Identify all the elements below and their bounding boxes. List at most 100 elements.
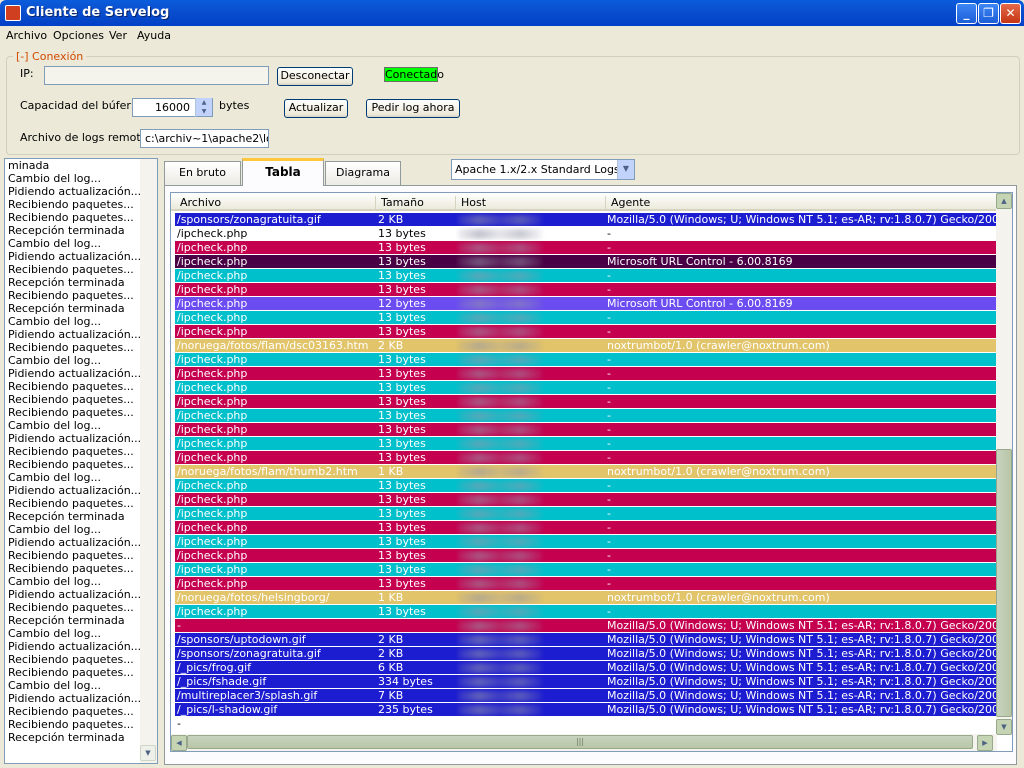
remote-log-input[interactable]: c:\archiv~1\apache2\logs [140, 129, 269, 148]
log-message-item[interactable]: Recibiendo paquetes... [5, 393, 141, 406]
log-message-item[interactable]: Recibiendo paquetes... [5, 718, 141, 731]
vertical-scroll-thumb[interactable] [996, 449, 1012, 717]
log-message-item[interactable]: Recibiendo paquetes... [5, 653, 141, 666]
tab-tabla[interactable]: Tabla [242, 158, 324, 186]
table-row[interactable]: /ipcheck.php 13 bytes - [175, 605, 997, 619]
log-message-item[interactable]: Cambio del log... [5, 627, 141, 640]
table-row[interactable]: /ipcheck.php 13 bytes - [175, 241, 997, 255]
log-message-item[interactable]: Cambio del log... [5, 471, 141, 484]
scroll-up-icon[interactable]: ▲ [996, 193, 1012, 209]
tab-diagrama[interactable]: Diagrama [325, 161, 401, 185]
menu-opciones[interactable]: Opciones [53, 29, 104, 42]
menu-ver[interactable]: Ver [109, 29, 127, 42]
buffer-spinner[interactable]: ▲ ▼ [195, 98, 212, 117]
table-row[interactable]: /ipcheck.php 12 bytes Microsoft URL Contro… [175, 297, 997, 311]
table-row[interactable]: /ipcheck.php 13 bytes - [175, 269, 997, 283]
log-message-item[interactable]: Recibiendo paquetes... [5, 549, 141, 562]
scroll-down-icon[interactable]: ▼ [996, 719, 1012, 735]
log-message-item[interactable]: Cambio del log... [5, 679, 141, 692]
log-message-list[interactable]: minada Cambio del log... Pidiendo actualiz… [4, 158, 158, 764]
table-row[interactable]: /noruega/fotos/flam/dsc03163.htm 2 KB noxt… [175, 339, 997, 353]
table-row[interactable]: /_pics/fshade.gif 334 bytes Mozilla/5.0 (W… [175, 675, 997, 689]
table-row[interactable]: /ipcheck.php 13 bytes - [175, 423, 997, 437]
log-message-item[interactable]: Recepción terminada [5, 224, 141, 237]
table-row[interactable]: /ipcheck.php 13 bytes - [175, 535, 997, 549]
log-message-item[interactable]: Recibiendo paquetes... [5, 666, 141, 679]
table-row[interactable]: /ipcheck.php 13 bytes - [175, 549, 997, 563]
log-message-item[interactable]: Pidiendo actualización... [5, 367, 141, 380]
table-row[interactable]: /sponsors/uptodown.gif 2 KB Mozilla/5.0 (W… [175, 633, 997, 647]
log-message-item[interactable]: Cambio del log... [5, 575, 141, 588]
log-message-item[interactable]: Recibiendo paquetes... [5, 497, 141, 510]
log-message-item[interactable]: Cambio del log... [5, 354, 141, 367]
log-message-item[interactable]: Recepción terminada [5, 276, 141, 289]
menu-archivo[interactable]: Archivo [6, 29, 47, 42]
minimize-button[interactable]: _ [956, 3, 977, 24]
table-row[interactable]: /ipcheck.php 13 bytes Microsoft URL Contro… [175, 255, 997, 269]
log-message-item[interactable]: Pidiendo actualización... [5, 432, 141, 445]
table-row[interactable]: /ipcheck.php 13 bytes - [175, 395, 997, 409]
log-message-item[interactable]: minada [5, 159, 141, 172]
table-vertical-scrollbar[interactable]: ▲ ▼ [996, 193, 1012, 735]
column-archivo[interactable]: Archivo [175, 196, 376, 210]
table-row[interactable]: /_pics/l-shadow.gif 235 bytes Mozilla/5.0 … [175, 703, 997, 717]
column-host[interactable]: Host [456, 196, 606, 210]
log-message-item[interactable]: Pidiendo actualización... [5, 588, 141, 601]
spin-up-icon[interactable]: ▲ [196, 98, 212, 107]
request-log-button[interactable]: Pedir log ahora [366, 99, 460, 118]
log-message-item[interactable]: Pidiendo actualización... [5, 692, 141, 705]
list-scrollbar[interactable]: ▼ [140, 159, 157, 763]
table-row[interactable]: /ipcheck.php 13 bytes - [175, 479, 997, 493]
log-message-item[interactable]: Recibiendo paquetes... [5, 380, 141, 393]
log-message-item[interactable]: Recepción terminada [5, 302, 141, 315]
table-row[interactable]: /noruega/fotos/helsingborg/1 KB noxtrumbo… [175, 591, 997, 605]
log-message-item[interactable]: Recepción terminada [5, 510, 141, 523]
log-table[interactable]: Archivo Tamaño Host Agente /sponsors/zon… [170, 192, 1013, 752]
menu-ayuda[interactable]: Ayuda [137, 29, 171, 42]
maximize-button[interactable]: ❐ [978, 3, 999, 24]
table-row[interactable]: /ipcheck.php 13 bytes - [175, 577, 997, 591]
table-row[interactable]: /noruega/fotos/flam/thumb2.htm 1 KB noxtru… [175, 465, 997, 479]
table-row[interactable]: /ipcheck.php 13 bytes - [175, 451, 997, 465]
table-row[interactable]: /ipcheck.php 13 bytes - [175, 507, 997, 521]
log-message-item[interactable]: Recibiendo paquetes... [5, 198, 141, 211]
ip-field[interactable] [44, 66, 269, 85]
log-message-item[interactable]: Cambio del log... [5, 237, 141, 250]
log-message-item[interactable]: Recibiendo paquetes... [5, 458, 141, 471]
table-row[interactable]: /ipcheck.php 13 bytes - [175, 325, 997, 339]
disconnect-button[interactable]: Desconectar [277, 67, 353, 86]
table-row[interactable]: /ipcheck.php 13 bytes - [175, 311, 997, 325]
log-message-item[interactable]: Cambio del log... [5, 315, 141, 328]
log-message-item[interactable]: Cambio del log... [5, 419, 141, 432]
table-row[interactable]: /sponsors/zonagratuita.gif 2 KB Mozilla/5.… [175, 647, 997, 661]
table-row[interactable]: /ipcheck.php 13 bytes - [175, 353, 997, 367]
table-row[interactable]: /ipcheck.php 13 bytes - [175, 437, 997, 451]
log-message-item[interactable]: Recibiendo paquetes... [5, 445, 141, 458]
log-message-item[interactable]: Recibiendo paquetes... [5, 601, 141, 614]
table-row[interactable]: - [175, 717, 997, 731]
log-message-item[interactable]: Recibiendo paquetes... [5, 289, 141, 302]
list-scroll-down-icon[interactable]: ▼ [140, 745, 156, 761]
table-row[interactable]: /ipcheck.php 13 bytes - [175, 283, 997, 297]
dropdown-arrow-icon[interactable]: ▼ [617, 160, 634, 179]
table-row[interactable]: - Mozilla/5.0 (Windows; U; Windows NT 5.1… [175, 619, 997, 633]
log-message-item[interactable]: Cambio del log... [5, 523, 141, 536]
log-message-item[interactable]: Recibiendo paquetes... [5, 562, 141, 575]
update-button[interactable]: Actualizar [284, 99, 348, 118]
table-row[interactable]: /ipcheck.php 13 bytes - [175, 227, 997, 241]
log-message-item[interactable]: Pidiendo actualización... [5, 484, 141, 497]
log-message-item[interactable]: Pidiendo actualización... [5, 185, 141, 198]
log-message-item[interactable]: Pidiendo actualización... [5, 328, 141, 341]
connection-group-toggle[interactable]: [-] Conexión [13, 50, 87, 63]
table-horizontal-scrollbar[interactable]: ◀ ||| ▶ [171, 734, 997, 751]
log-message-item[interactable]: Pidiendo actualización... [5, 250, 141, 263]
log-message-item[interactable]: Recepción terminada [5, 731, 141, 744]
log-format-select[interactable]: Apache 1.x/2.x Standard Logs ▼ [451, 159, 635, 180]
close-button[interactable]: ✕ [1000, 3, 1021, 24]
horizontal-scroll-thumb[interactable]: ||| [187, 735, 973, 749]
table-row[interactable]: /ipcheck.php 13 bytes - [175, 409, 997, 423]
table-row[interactable]: /ipcheck.php 13 bytes - [175, 367, 997, 381]
log-message-item[interactable]: Recibiendo paquetes... [5, 211, 141, 224]
log-message-item[interactable]: Recepción terminada [5, 614, 141, 627]
table-row[interactable]: /_pics/frog.gif 6 KB Mozilla/5.0 (Windows;… [175, 661, 997, 675]
